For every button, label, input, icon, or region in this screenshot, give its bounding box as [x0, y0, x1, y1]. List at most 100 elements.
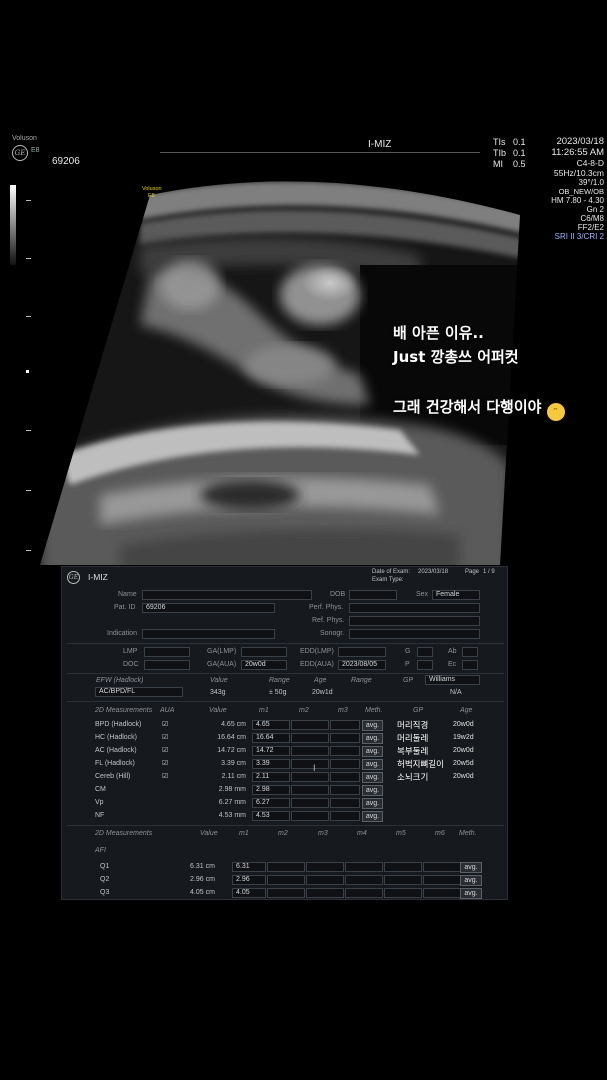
afi-m1-field[interactable]: 6.31: [232, 862, 266, 872]
meas-method-button[interactable]: avg.: [362, 720, 383, 731]
meas-m3-field[interactable]: [330, 720, 360, 730]
meas-method-button[interactable]: avg.: [362, 811, 383, 822]
meas-m2-field[interactable]: [291, 811, 329, 821]
g-field[interactable]: [417, 647, 433, 657]
afi-method-button[interactable]: avg.: [460, 888, 482, 899]
afi-method-button[interactable]: avg.: [460, 862, 482, 873]
afi-m2-field[interactable]: [267, 888, 305, 898]
dob-field[interactable]: [349, 590, 397, 600]
afi-m6-field[interactable]: [423, 875, 461, 885]
meas-method-button[interactable]: avg.: [362, 759, 383, 770]
afi-m1-field[interactable]: 2.96: [232, 875, 266, 885]
afi-m6-field[interactable]: [423, 862, 461, 872]
eddaua-field[interactable]: 2023/08/05: [338, 660, 386, 670]
afi-m6-field[interactable]: [423, 888, 461, 898]
meas-method-button[interactable]: avg.: [362, 798, 383, 809]
ec-field[interactable]: [462, 660, 478, 670]
patid-field[interactable]: 69206: [142, 603, 275, 613]
meas-method-button[interactable]: avg.: [362, 733, 383, 744]
gaaua-field[interactable]: 20w0d: [241, 660, 287, 670]
meas-m2-field[interactable]: [291, 759, 329, 769]
afi-m5-field[interactable]: [384, 875, 422, 885]
aua-checkbox[interactable]: ☑: [162, 772, 168, 780]
meas-name: FL (Hadlock): [95, 760, 135, 767]
meas-m3-field[interactable]: [330, 811, 360, 821]
afi-m3-field[interactable]: [306, 875, 344, 885]
aua-checkbox[interactable]: ☑: [162, 733, 168, 741]
name-field[interactable]: [142, 590, 312, 600]
meas-header-age: Age: [460, 707, 473, 714]
afi-m2-field[interactable]: [267, 862, 305, 872]
p-field[interactable]: [417, 660, 433, 670]
lmp-field[interactable]: [144, 647, 190, 657]
meas-m1-field[interactable]: 16.64: [252, 733, 290, 743]
meas-m2-field[interactable]: [291, 798, 329, 808]
meas-value: 2.11 cm: [221, 773, 246, 780]
meas-name: BPD (Hadlock): [95, 721, 142, 728]
meas-name: Vp: [95, 799, 104, 806]
afi-m1-field[interactable]: 4.05: [232, 888, 266, 898]
galmp-field[interactable]: [241, 647, 287, 657]
meas-korean-label: 복부둘레: [397, 747, 429, 757]
meas-m2-field[interactable]: [291, 733, 329, 743]
meas-age: 20w0d: [453, 773, 474, 780]
meas-m3-field[interactable]: [330, 733, 360, 743]
report-panel: GE I-MIZ Date of Exam: 2023/03/18 Page 1…: [61, 566, 508, 900]
meas-m2-field[interactable]: [291, 772, 329, 782]
meas-m3-field[interactable]: [330, 759, 360, 769]
afi-header-meth: Meth.: [459, 830, 477, 837]
meas-korean-label: 소뇌크기: [397, 773, 429, 783]
efw-range: ± 50g: [269, 689, 287, 696]
afi-m5-field[interactable]: [384, 862, 422, 872]
meas-m1-field[interactable]: 4.65: [252, 720, 290, 730]
eddaua-label: EDD(AUA): [300, 661, 334, 668]
aua-checkbox[interactable]: ☑: [162, 720, 168, 728]
meas-m1-field[interactable]: 2.11: [252, 772, 290, 782]
meas-m3-field[interactable]: [330, 785, 360, 795]
meas-m2-field[interactable]: [291, 720, 329, 730]
afi-m3-field[interactable]: [306, 862, 344, 872]
meas-age: 20w5d: [453, 760, 474, 767]
afi-label: AFI: [95, 847, 106, 854]
meas-m3-field[interactable]: [330, 772, 360, 782]
ref-phys-field[interactable]: [349, 616, 480, 626]
scan-model-label: E8: [148, 193, 155, 199]
efw-formula-select[interactable]: AC/BPD/FL: [95, 687, 183, 697]
meas-m1-field[interactable]: 4.53: [252, 811, 290, 821]
patid-label: Pat. ID: [114, 604, 136, 611]
sex-field[interactable]: Female: [432, 590, 480, 600]
efw-value: 343g: [210, 689, 226, 696]
meas-header-aua: AUA: [160, 707, 175, 714]
meas-method-button[interactable]: avg.: [362, 785, 383, 796]
afi-m4-field[interactable]: [345, 862, 383, 872]
afi-m5-field[interactable]: [384, 888, 422, 898]
meas-m1-field[interactable]: 3.39: [252, 759, 290, 769]
meas-m1-field[interactable]: 6.27: [252, 798, 290, 808]
afi-m4-field[interactable]: [345, 888, 383, 898]
meas-name: NF: [95, 812, 105, 819]
afi-m4-field[interactable]: [345, 875, 383, 885]
afi-m2-field[interactable]: [267, 875, 305, 885]
perf-phys-field[interactable]: [349, 603, 480, 613]
meas-m2-field[interactable]: [291, 785, 329, 795]
meas-m3-field[interactable]: [330, 798, 360, 808]
indication-field[interactable]: [142, 629, 275, 639]
meas-m1-field[interactable]: 14.72: [252, 746, 290, 756]
ab-field[interactable]: [462, 647, 478, 657]
afi-method-button[interactable]: avg.: [460, 875, 482, 886]
tis-label: TIs: [493, 137, 506, 147]
meas-m3-field[interactable]: [330, 746, 360, 756]
afi-m3-field[interactable]: [306, 888, 344, 898]
doc-field[interactable]: [144, 660, 190, 670]
meas-method-button[interactable]: avg.: [362, 772, 383, 783]
aua-checkbox[interactable]: ☑: [162, 759, 168, 767]
eddlmp-field[interactable]: [338, 647, 386, 657]
sonogr-field[interactable]: [349, 629, 480, 639]
meas-m2-field[interactable]: [291, 746, 329, 756]
perf-phys-label: Perf. Phys.: [309, 604, 344, 611]
meas-m1-field[interactable]: 2.98: [252, 785, 290, 795]
header-title: I-MIZ: [368, 139, 392, 150]
aua-checkbox[interactable]: ☑: [162, 746, 168, 754]
gp-select[interactable]: Williams: [425, 675, 480, 685]
meas-method-button[interactable]: avg.: [362, 746, 383, 757]
